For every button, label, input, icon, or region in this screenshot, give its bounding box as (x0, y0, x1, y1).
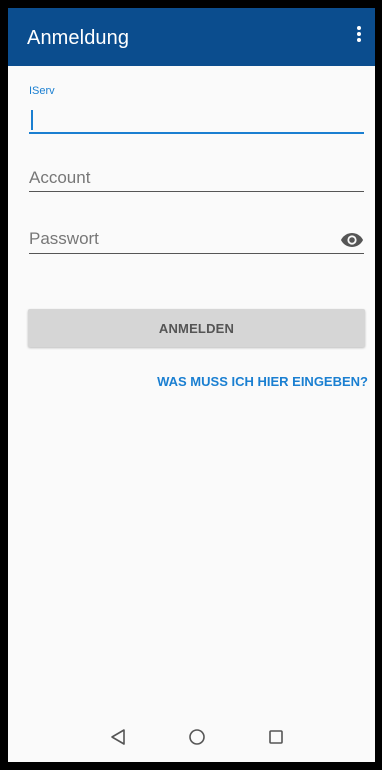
back-triangle-icon[interactable] (104, 723, 132, 751)
iserv-input[interactable] (29, 107, 364, 131)
login-button[interactable]: ANMELDEN (28, 309, 365, 347)
account-underline (29, 191, 364, 192)
text-cursor (31, 110, 33, 130)
eye-icon[interactable] (340, 231, 364, 249)
app-bar: Anmeldung (8, 8, 375, 66)
password-input[interactable] (29, 227, 329, 251)
system-nav-bar (8, 712, 375, 762)
iserv-underline (29, 132, 364, 134)
app-screen: Anmeldung IServ ANMELDEN WAS MUSS ICH HI… (8, 8, 375, 762)
iserv-label: IServ (29, 85, 55, 97)
recents-square-icon[interactable] (262, 723, 290, 751)
account-input[interactable] (29, 166, 364, 190)
password-underline (29, 253, 364, 254)
home-circle-icon[interactable] (183, 723, 211, 751)
password-field (29, 227, 364, 257)
help-link[interactable]: WAS MUSS ICH HIER EINGEBEN? (157, 374, 368, 389)
more-vert-icon[interactable] (351, 24, 367, 48)
account-field (29, 166, 364, 196)
iserv-field: IServ (29, 85, 364, 135)
page-title: Anmeldung (27, 27, 130, 49)
